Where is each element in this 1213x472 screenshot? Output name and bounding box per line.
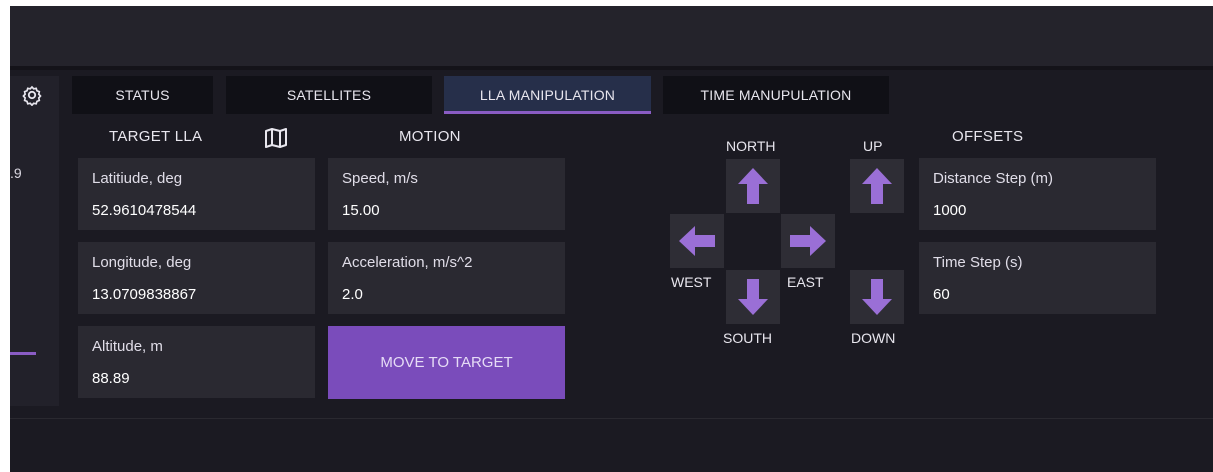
tab-time-manupulation[interactable]: TIME MANUPULATION [663,76,889,114]
down-label: DOWN [851,330,896,346]
target-lla-title: TARGET LLA [109,128,203,145]
latitude-field[interactable]: Latitiude, deg 52.9610478544 [78,158,315,230]
arrow-left-icon [679,226,715,256]
side-panel: .9 [10,76,59,406]
time-step-label: Time Step (s) [933,254,1023,271]
active-tab-indicator [444,111,651,114]
distance-step-value[interactable]: 1000 [933,202,966,219]
longitude-value[interactable]: 13.0709838867 [92,286,196,303]
gear-icon[interactable] [21,84,43,107]
arrow-down-icon [862,279,892,315]
map-icon[interactable] [264,128,288,148]
altitude-value[interactable]: 88.89 [92,370,130,387]
time-step-field[interactable]: Time Step (s) 60 [919,242,1156,314]
tab-satellites[interactable]: SATELLITES [226,76,432,114]
tab-status[interactable]: STATUS [72,76,213,114]
speed-label: Speed, m/s [342,170,418,187]
tab-label: STATUS [115,87,170,103]
south-button[interactable] [726,270,780,324]
acceleration-field[interactable]: Acceleration, m/s^2 2.0 [328,242,565,314]
altitude-field[interactable]: Altitude, m 88.89 [78,326,315,398]
longitude-field[interactable]: Longitude, deg 13.0709838867 [78,242,315,314]
motion-title: MOTION [399,128,461,145]
latitude-label: Latitiude, deg [92,170,183,187]
arrow-up-icon [862,168,892,204]
altitude-label: Altitude, m [92,338,163,355]
west-button[interactable] [670,214,724,268]
distance-step-field[interactable]: Distance Step (m) 1000 [919,158,1156,230]
tab-label: SATELLITES [286,87,372,103]
arrow-down-icon [738,279,768,315]
time-step-value[interactable]: 60 [933,286,950,303]
tab-label: LLA MANIPULATION [479,87,616,103]
bottom-divider [10,418,1213,419]
top-bar-divider [10,66,1213,70]
top-bar [10,6,1213,66]
side-accent-bar [10,352,36,355]
move-to-target-button[interactable]: MOVE TO TARGET [328,326,565,399]
north-label: NORTH [726,138,776,154]
up-label: UP [863,138,883,154]
east-label: EAST [787,274,824,290]
tab-lla-manipulation[interactable]: LLA MANIPULATION [444,76,651,114]
speed-field[interactable]: Speed, m/s 15.00 [328,158,565,230]
up-button[interactable] [850,159,904,213]
longitude-label: Longitude, deg [92,254,192,271]
app-window: .9 STATUS SATELLITES LLA MANIPULATION TI… [10,6,1213,472]
latitude-value[interactable]: 52.9610478544 [92,202,196,219]
down-button[interactable] [850,270,904,324]
side-partial-value: .9 [10,165,22,181]
offsets-title: OFFSETS [952,128,1024,145]
acceleration-label: Acceleration, m/s^2 [342,254,473,271]
tab-label: TIME MANUPULATION [700,87,852,103]
west-label: WEST [671,274,712,290]
arrow-up-icon [738,168,768,204]
speed-value[interactable]: 15.00 [342,202,380,219]
distance-step-label: Distance Step (m) [933,170,1054,187]
arrow-right-icon [790,226,826,256]
east-button[interactable] [781,214,835,268]
acceleration-value[interactable]: 2.0 [342,286,363,303]
south-label: SOUTH [723,330,772,346]
north-button[interactable] [726,159,780,213]
